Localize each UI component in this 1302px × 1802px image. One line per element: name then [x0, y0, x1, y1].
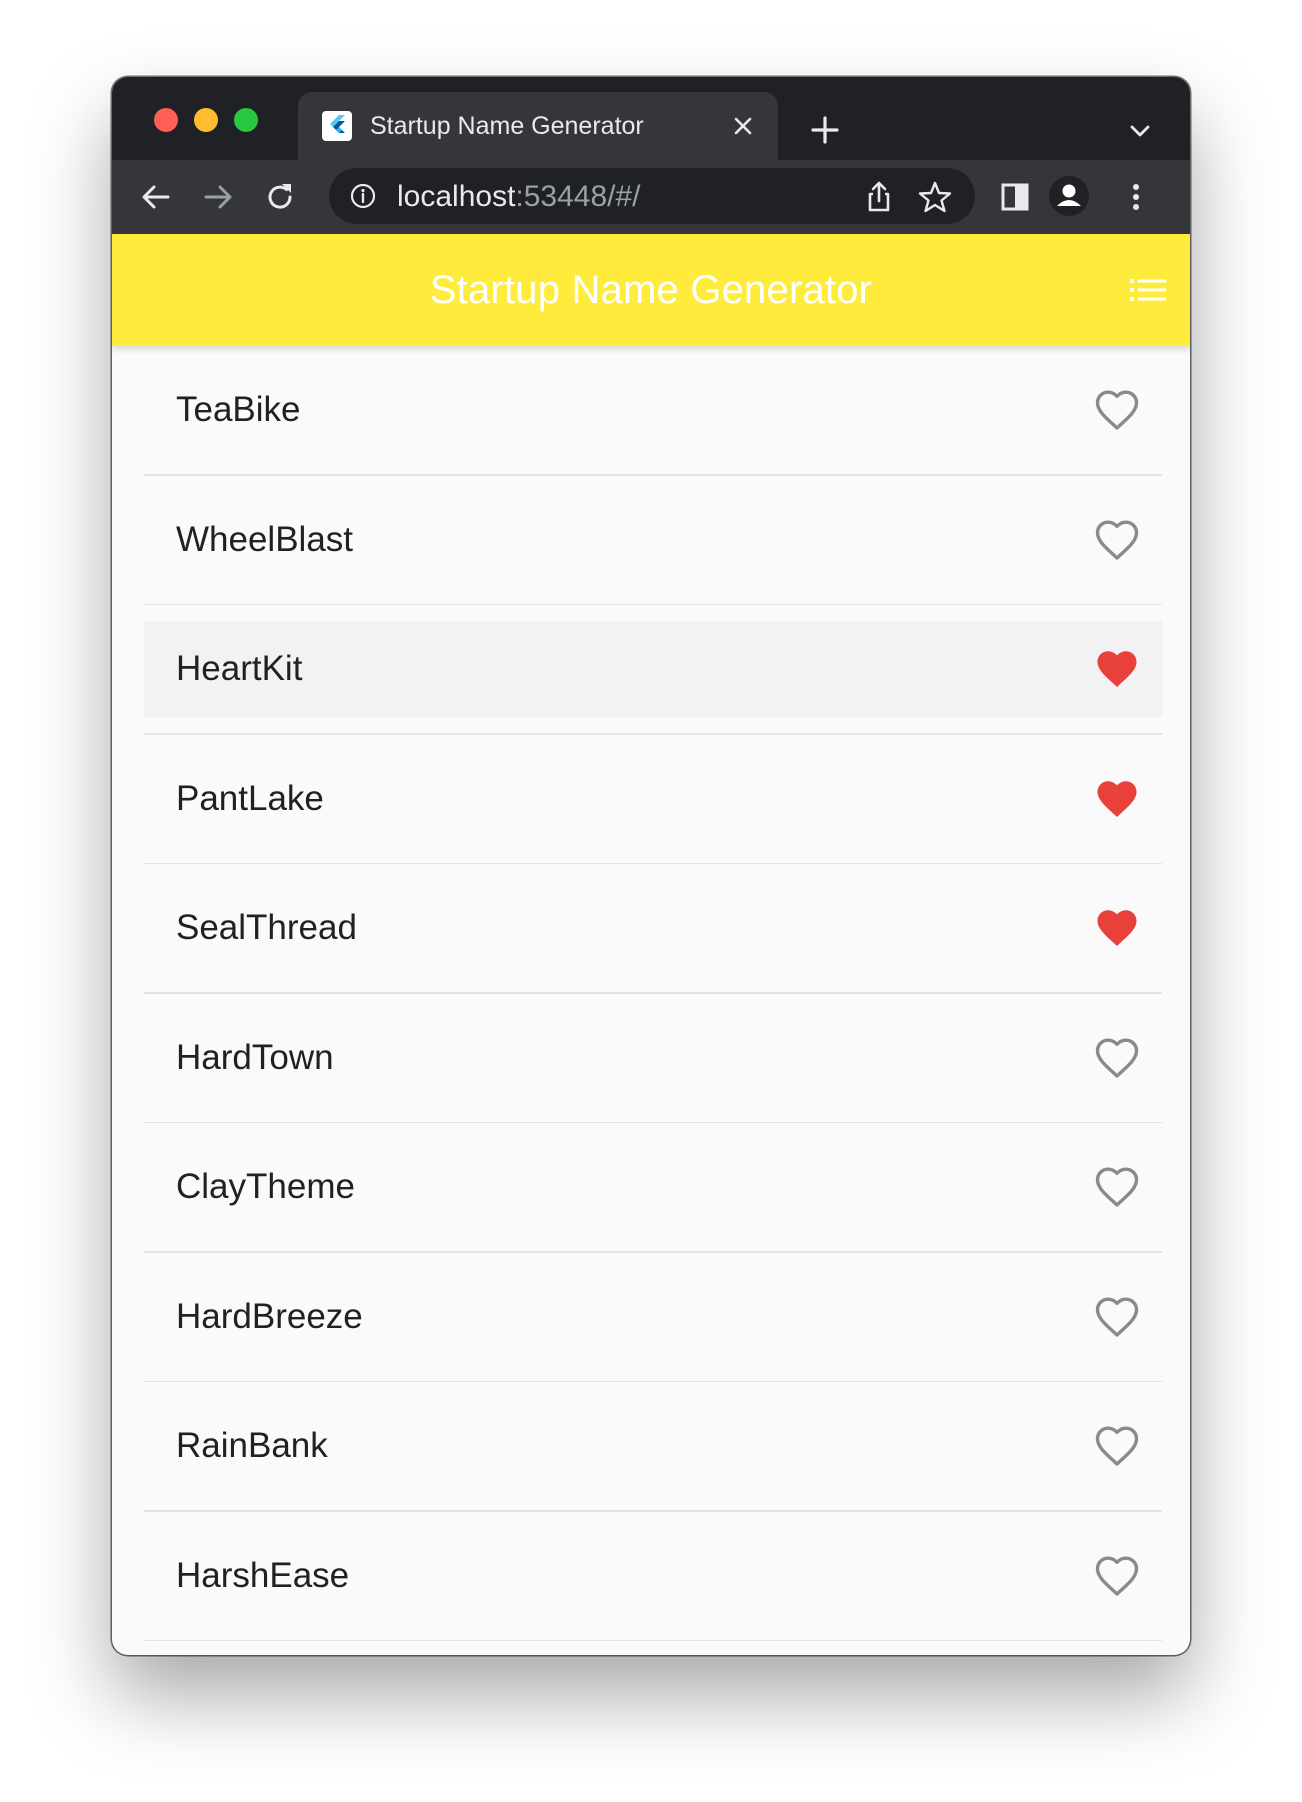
list-item-label: HardBreeze: [176, 1296, 363, 1336]
favorite-filled-heart-icon[interactable]: [1093, 904, 1141, 952]
list-item-label: HeartKit: [176, 649, 303, 688]
close-tab-icon[interactable]: [728, 111, 758, 141]
browser-tab[interactable]: Startup Name Generator: [298, 92, 778, 160]
tab-title: Startup Name Generator: [370, 112, 644, 140]
favorite-outline-heart-icon[interactable]: [1093, 1422, 1141, 1470]
favorite-outline-heart-icon[interactable]: [1093, 1293, 1141, 1341]
favorite-outline-heart-icon[interactable]: [1093, 1163, 1141, 1211]
favorite-outline-heart-icon[interactable]: [1093, 516, 1141, 564]
url-text[interactable]: localhost:53448/#/: [397, 180, 641, 214]
favorite-outline-heart-icon[interactable]: [1093, 386, 1141, 434]
saved-list-icon[interactable]: [1128, 276, 1168, 304]
forward-arrow-icon[interactable]: [200, 179, 236, 215]
list-item[interactable]: HeartKit: [144, 605, 1162, 733]
favorite-filled-heart-icon[interactable]: [1093, 645, 1141, 693]
list-item-label: ClayTheme: [176, 1167, 355, 1206]
url-path: :53448/#/: [515, 180, 641, 213]
startup-name-list: TeaBike WheelBlast HeartKit PantLake SealThr…: [144, 346, 1162, 1641]
list-item[interactable]: TeaBike: [144, 346, 1162, 474]
list-item[interactable]: WheelBlast: [144, 476, 1162, 604]
list-item-label: WheelBlast: [176, 519, 354, 559]
profile-avatar-icon[interactable]: [1046, 173, 1092, 219]
reload-icon[interactable]: [262, 179, 298, 215]
url-host: localhost: [397, 180, 516, 213]
address-bar[interactable]: localhost:53448/#/: [329, 168, 975, 224]
page-title: Startup Name Generator: [429, 268, 873, 312]
favorite-filled-heart-icon[interactable]: [1093, 775, 1141, 823]
site-info-icon[interactable]: [349, 182, 377, 210]
list-item[interactable]: HardTown: [144, 994, 1162, 1122]
favorite-outline-heart-icon[interactable]: [1093, 1034, 1141, 1082]
favorite-outline-heart-icon[interactable]: [1093, 1552, 1141, 1600]
more-vert-icon[interactable]: [1118, 179, 1154, 215]
app-bar: Startup Name Generator: [112, 234, 1190, 346]
list-item-label: PantLake: [176, 778, 324, 818]
list-divider: [144, 1639, 1162, 1641]
list-item[interactable]: PantLake: [144, 735, 1162, 863]
back-arrow-icon[interactable]: [138, 179, 174, 215]
tab-strip: Startup Name Generator: [112, 77, 1190, 160]
list-item[interactable]: HarshEase: [144, 1512, 1162, 1640]
list-item[interactable]: SealThread: [144, 864, 1162, 992]
browser-window: Startup Name Generator localhost:53448/#…: [112, 77, 1190, 1655]
flutter-favicon-icon: [322, 111, 352, 141]
share-icon[interactable]: [861, 179, 897, 215]
side-panel-icon[interactable]: [997, 179, 1033, 215]
zoom-window-button[interactable]: [234, 108, 258, 132]
list-item[interactable]: HardBreeze: [144, 1253, 1162, 1381]
minimize-window-button[interactable]: [194, 108, 218, 132]
list-item[interactable]: ClayTheme: [144, 1123, 1162, 1251]
list-item-label: HardTown: [176, 1037, 334, 1077]
list-item-label: TeaBike: [176, 390, 301, 429]
list-item-label: HarshEase: [176, 1555, 350, 1595]
new-tab-plus-icon[interactable]: [807, 112, 843, 148]
list-item[interactable]: RainBank: [144, 1382, 1162, 1510]
close-window-button[interactable]: [154, 108, 178, 132]
list-item-label: SealThread: [176, 908, 357, 947]
list-item-label: RainBank: [176, 1426, 328, 1465]
bookmark-star-icon[interactable]: [917, 179, 953, 215]
browser-toolbar: localhost:53448/#/: [112, 160, 1190, 234]
tab-search-chevron-down-icon[interactable]: [1126, 117, 1154, 145]
